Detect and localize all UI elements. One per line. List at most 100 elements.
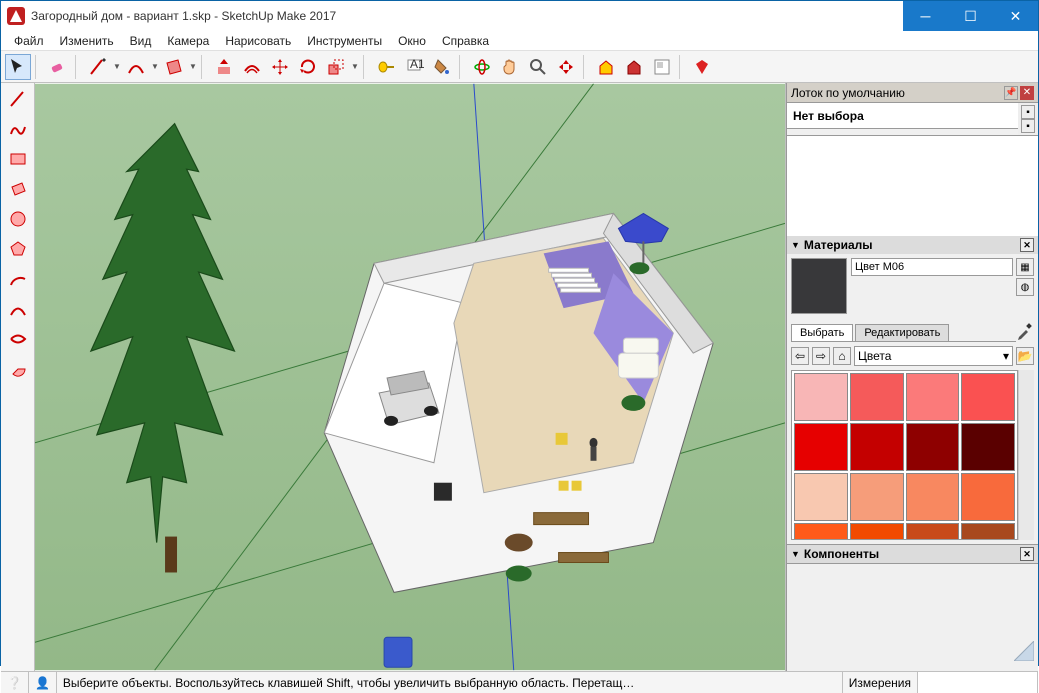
color-swatch[interactable] bbox=[794, 523, 848, 540]
menu-camera[interactable]: Камера bbox=[160, 32, 216, 50]
scale-dropdown[interactable]: ▼ bbox=[351, 62, 359, 71]
material-name-input[interactable]: Цвет M06 bbox=[851, 258, 1013, 276]
materials-tab-select[interactable]: Выбрать bbox=[791, 324, 853, 341]
circle-tool-left[interactable] bbox=[4, 205, 32, 233]
materials-close-icon[interactable]: ✕ bbox=[1020, 238, 1034, 252]
color-swatch[interactable] bbox=[906, 423, 960, 471]
line-tool[interactable] bbox=[85, 54, 111, 80]
menu-window[interactable]: Окно bbox=[391, 32, 433, 50]
entity-collapse-icon[interactable]: ▪ bbox=[1021, 105, 1035, 119]
swatch-scrollbar[interactable] bbox=[1018, 370, 1034, 540]
help-icon[interactable]: ❔ bbox=[1, 672, 29, 693]
status-bar: ❔ 👤 Выберите объекты. Воспользуйтесь кла… bbox=[1, 671, 1038, 693]
scale-tool[interactable] bbox=[323, 54, 349, 80]
text-tool[interactable]: A1 bbox=[401, 54, 427, 80]
color-swatch[interactable] bbox=[906, 473, 960, 521]
window-title: Загородный дом - вариант 1.skp - SketchU… bbox=[31, 9, 903, 23]
rotate-tool[interactable] bbox=[295, 54, 321, 80]
entity-resize-icon[interactable]: ▪ bbox=[1021, 119, 1035, 133]
material-menu-icon[interactable]: 📂 bbox=[1016, 347, 1034, 365]
measure-input[interactable] bbox=[918, 672, 1038, 693]
material-category-select[interactable]: Цвета ▾ bbox=[854, 346, 1013, 366]
left-toolbar bbox=[1, 83, 35, 671]
rectangle-tool[interactable] bbox=[161, 54, 187, 80]
paint-tool[interactable] bbox=[429, 54, 455, 80]
menu-view[interactable]: Вид bbox=[123, 32, 159, 50]
materials-header[interactable]: ▼ Материалы ✕ bbox=[787, 236, 1038, 254]
menu-tools[interactable]: Инструменты bbox=[300, 32, 389, 50]
line-tool-left[interactable] bbox=[4, 85, 32, 113]
materials-tab-edit[interactable]: Редактировать bbox=[855, 324, 949, 341]
minimize-button[interactable]: ─ bbox=[903, 1, 948, 31]
collapse-arrow-icon: ▼ bbox=[791, 240, 800, 250]
color-swatch[interactable] bbox=[850, 423, 904, 471]
right-tray: Лоток по умолчанию 📌 ✕ Нет выбора ▪ ▪ ▼ … bbox=[786, 83, 1038, 671]
color-swatch[interactable] bbox=[906, 523, 960, 540]
move-tool[interactable] bbox=[267, 54, 293, 80]
menu-edit[interactable]: Изменить bbox=[53, 32, 121, 50]
default-material-icon[interactable]: ◍ bbox=[1016, 278, 1034, 296]
collapse-arrow-icon: ▼ bbox=[791, 549, 800, 559]
eyedropper-icon[interactable] bbox=[1016, 322, 1034, 340]
entity-info-panel: Нет выбора ▪ ▪ bbox=[787, 103, 1038, 136]
menu-file[interactable]: Файл bbox=[7, 32, 51, 50]
nav-fwd-icon[interactable]: ⇨ bbox=[812, 347, 830, 365]
color-swatch[interactable] bbox=[850, 373, 904, 421]
arc-tool-left[interactable] bbox=[4, 265, 32, 293]
components-close-icon[interactable]: ✕ bbox=[1020, 547, 1034, 561]
maximize-button[interactable]: ☐ bbox=[948, 1, 993, 31]
title-bar: Загородный дом - вариант 1.skp - SketchU… bbox=[1, 1, 1038, 31]
extension-tool[interactable] bbox=[689, 54, 715, 80]
zoom-extents-tool[interactable] bbox=[553, 54, 579, 80]
person-icon[interactable]: 👤 bbox=[29, 672, 57, 693]
arc2-tool-left[interactable] bbox=[4, 295, 32, 323]
shape-dropdown[interactable]: ▼ bbox=[189, 62, 197, 71]
color-swatch[interactable] bbox=[906, 373, 960, 421]
freehand-tool-left[interactable] bbox=[4, 115, 32, 143]
offset-tool[interactable] bbox=[239, 54, 265, 80]
menu-bar: Файл Изменить Вид Камера Нарисовать Инст… bbox=[1, 31, 1038, 51]
line-dropdown[interactable]: ▼ bbox=[113, 62, 121, 71]
warehouse-tool[interactable] bbox=[593, 54, 619, 80]
color-swatch[interactable] bbox=[850, 523, 904, 540]
pie-tool-left[interactable] bbox=[4, 355, 32, 383]
tray-header[interactable]: Лоток по умолчанию 📌 ✕ bbox=[787, 83, 1038, 103]
close-button[interactable]: ✕ bbox=[993, 1, 1038, 31]
layout-tool[interactable] bbox=[649, 54, 675, 80]
polygon-tool-left[interactable] bbox=[4, 235, 32, 263]
zoom-tool[interactable] bbox=[525, 54, 551, 80]
viewport[interactable] bbox=[35, 83, 786, 671]
pan-tool[interactable] bbox=[497, 54, 523, 80]
arc-tool[interactable] bbox=[123, 54, 149, 80]
arc-dropdown[interactable]: ▼ bbox=[151, 62, 159, 71]
color-swatch[interactable] bbox=[794, 473, 848, 521]
nav-back-icon[interactable]: ⇦ bbox=[791, 347, 809, 365]
rot-rect-tool-left[interactable] bbox=[4, 175, 32, 203]
color-swatch[interactable] bbox=[961, 523, 1015, 540]
eraser-tool[interactable] bbox=[45, 54, 71, 80]
color-swatch[interactable] bbox=[961, 423, 1015, 471]
color-swatch[interactable] bbox=[850, 473, 904, 521]
menu-draw[interactable]: Нарисовать bbox=[218, 32, 298, 50]
components-header[interactable]: ▼ Компоненты ✕ bbox=[787, 545, 1038, 563]
pin-icon[interactable]: 📌 bbox=[1004, 86, 1018, 100]
tape-tool[interactable] bbox=[373, 54, 399, 80]
measure-label: Измерения bbox=[843, 672, 918, 693]
rectangle-tool-left[interactable] bbox=[4, 145, 32, 173]
fold-corner-icon bbox=[1014, 641, 1034, 661]
warehouse-share-tool[interactable] bbox=[621, 54, 647, 80]
color-swatch[interactable] bbox=[794, 423, 848, 471]
color-swatch[interactable] bbox=[794, 373, 848, 421]
arc3-tool-left[interactable] bbox=[4, 325, 32, 353]
entity-label: Нет выбора bbox=[793, 109, 864, 123]
material-preview[interactable] bbox=[791, 258, 847, 314]
color-swatch[interactable] bbox=[961, 473, 1015, 521]
create-material-icon[interactable]: ▦ bbox=[1016, 258, 1034, 276]
nav-home-icon[interactable]: ⌂ bbox=[833, 347, 851, 365]
color-swatch[interactable] bbox=[961, 373, 1015, 421]
orbit-tool[interactable] bbox=[469, 54, 495, 80]
tray-close-icon[interactable]: ✕ bbox=[1020, 86, 1034, 100]
select-tool[interactable] bbox=[5, 54, 31, 80]
menu-help[interactable]: Справка bbox=[435, 32, 496, 50]
pushpull-tool[interactable] bbox=[211, 54, 237, 80]
